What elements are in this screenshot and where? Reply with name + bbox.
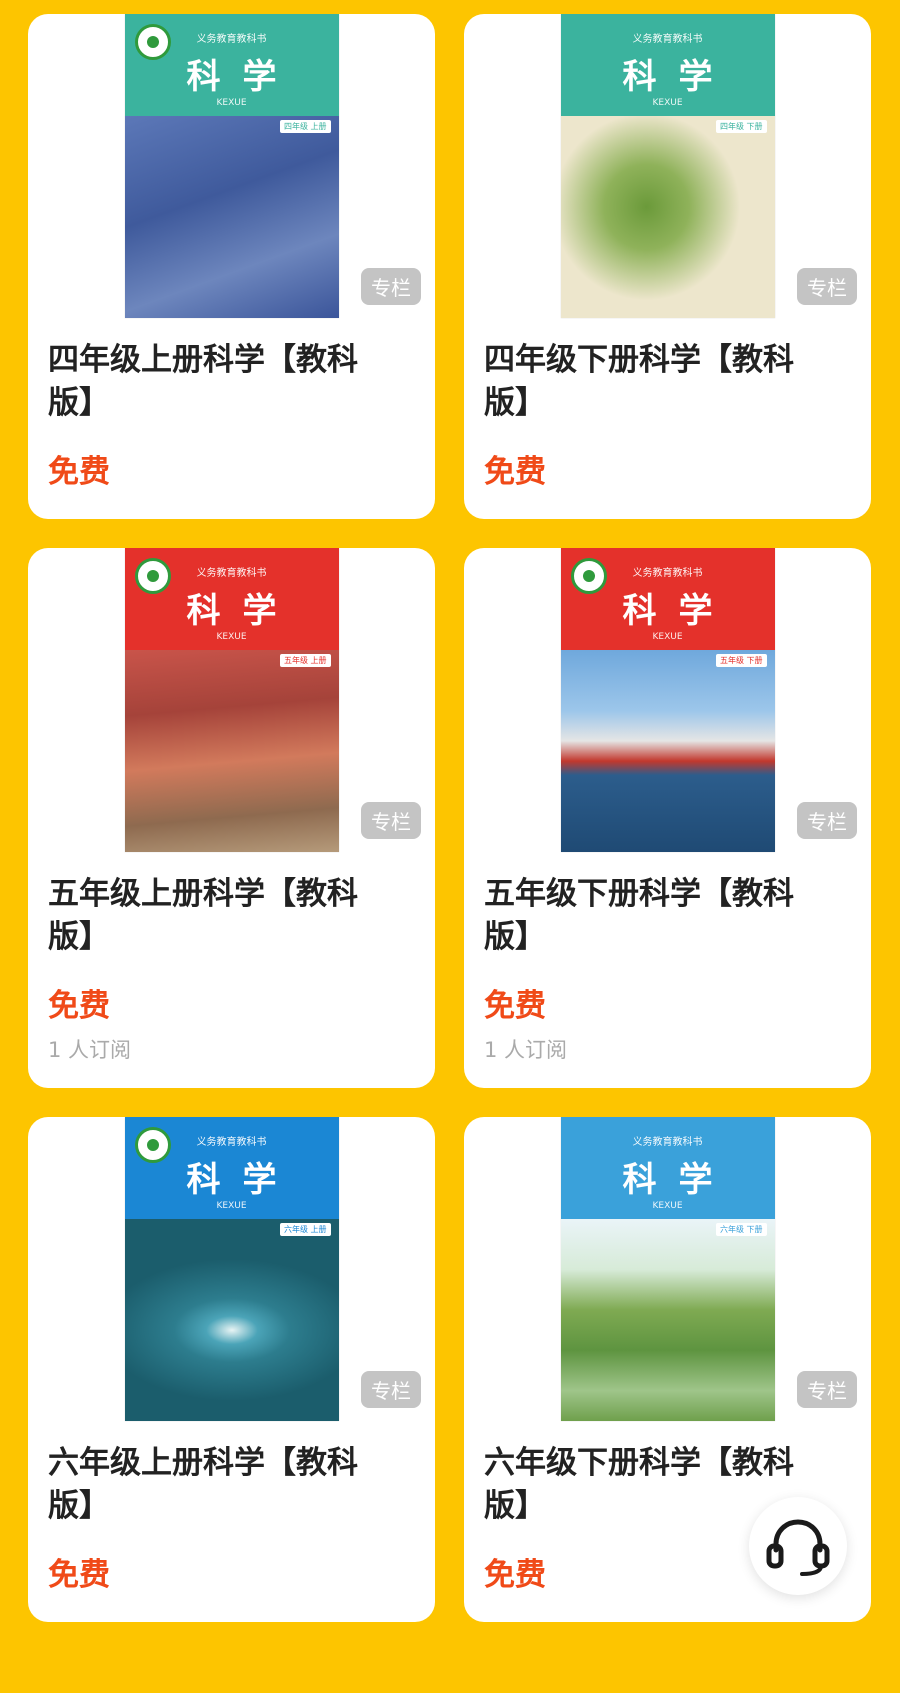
- cover-grade: 六年级 下册: [715, 1223, 767, 1236]
- column-tag: 专栏: [361, 1371, 421, 1408]
- cover-illustration: [560, 650, 775, 852]
- customer-service-button[interactable]: [749, 1497, 847, 1595]
- book-cover-image: 义务教育教科书 科学 KEXUE 六年级 下册: [560, 1117, 775, 1421]
- cover-pinyin: KEXUE: [216, 98, 247, 108]
- cover-pinyin: KEXUE: [652, 632, 683, 642]
- book-cover-image: 义务教育教科书 科学 KEXUE 四年级 上册: [124, 14, 339, 318]
- course-card[interactable]: 义务教育教科书 科学 KEXUE 四年级 下册 专栏 四年级下册科学【教科版】 …: [464, 14, 871, 519]
- cover-grade: 四年级 上册: [279, 120, 331, 133]
- headset-icon: [766, 1519, 830, 1576]
- cover-illustration: [124, 1219, 339, 1421]
- cover-title: 科学: [622, 1160, 735, 1200]
- cover-logo-icon: [134, 24, 171, 60]
- cover-pinyin: KEXUE: [652, 98, 683, 108]
- course-price: 免费: [48, 1557, 110, 1593]
- course-title: 五年级上册科学【教科版】: [48, 876, 358, 955]
- cover-illustration: [560, 116, 775, 318]
- cover-illustration: [560, 1219, 775, 1421]
- book-cover-image: 义务教育教科书 科学 KEXUE 五年级 上册: [124, 548, 339, 852]
- subscriber-count: 1 人订阅: [484, 1038, 568, 1062]
- book-cover-image: 义务教育教科书 科学 KEXUE 五年级 下册: [560, 548, 775, 852]
- course-title: 六年级上册科学【教科版】: [48, 1445, 358, 1524]
- course-title: 四年级下册科学【教科版】: [484, 342, 794, 421]
- cover-logo-icon: [570, 558, 607, 594]
- cover-grade: 五年级 下册: [715, 654, 767, 667]
- course-price: 免费: [48, 988, 110, 1024]
- cover-grade: 五年级 上册: [279, 654, 331, 667]
- course-price: 免费: [484, 454, 546, 490]
- course-price: 免费: [48, 454, 110, 490]
- cover-title: 科学: [622, 57, 735, 97]
- cover-pinyin: KEXUE: [216, 632, 247, 642]
- course-price: 免费: [484, 988, 546, 1024]
- cover-grade: 六年级 上册: [279, 1223, 331, 1236]
- cover-logo-icon: [134, 558, 171, 594]
- cover-illustration: [124, 650, 339, 852]
- cover-pinyin: KEXUE: [216, 1201, 247, 1211]
- course-card[interactable]: 义务教育教科书 科学 KEXUE 四年级 上册 专栏 四年级上册科学【教科版】 …: [28, 14, 435, 519]
- course-card[interactable]: 义务教育教科书 科学 KEXUE 五年级 上册 专栏 五年级上册科学【教科版】 …: [28, 548, 435, 1088]
- course-card[interactable]: 义务教育教科书 科学 KEXUE 五年级 下册 专栏 五年级下册科学【教科版】 …: [464, 548, 871, 1088]
- subscriber-count: 1 人订阅: [48, 1038, 132, 1062]
- course-grid: 义务教育教科书 科学 KEXUE 四年级 上册 专栏 四年级上册科学【教科版】 …: [28, 14, 871, 1622]
- book-cover-image: 义务教育教科书 科学 KEXUE 四年级 下册: [560, 14, 775, 318]
- column-tag: 专栏: [361, 268, 421, 305]
- course-title: 四年级上册科学【教科版】: [48, 342, 358, 421]
- course-title: 五年级下册科学【教科版】: [484, 876, 794, 955]
- cover-pinyin: KEXUE: [652, 1201, 683, 1211]
- cover-grade: 四年级 下册: [715, 120, 767, 133]
- cover-series: 义务教育教科书: [632, 1137, 703, 1148]
- cover-logo-icon: [134, 1127, 171, 1163]
- column-tag: 专栏: [361, 802, 421, 839]
- cover-series: 义务教育教科书: [632, 34, 703, 45]
- course-price: 免费: [484, 1557, 546, 1593]
- cover-header: 义务教育教科书 科学 KEXUE: [560, 1117, 775, 1219]
- column-tag: 专栏: [797, 268, 857, 305]
- book-cover-image: 义务教育教科书 科学 KEXUE 六年级 上册: [124, 1117, 339, 1421]
- cover-header: 义务教育教科书 科学 KEXUE: [560, 14, 775, 116]
- column-tag: 专栏: [797, 802, 857, 839]
- column-tag: 专栏: [797, 1371, 857, 1408]
- course-card[interactable]: 义务教育教科书 科学 KEXUE 六年级 上册 专栏 六年级上册科学【教科版】 …: [28, 1117, 435, 1622]
- cover-illustration: [124, 116, 339, 318]
